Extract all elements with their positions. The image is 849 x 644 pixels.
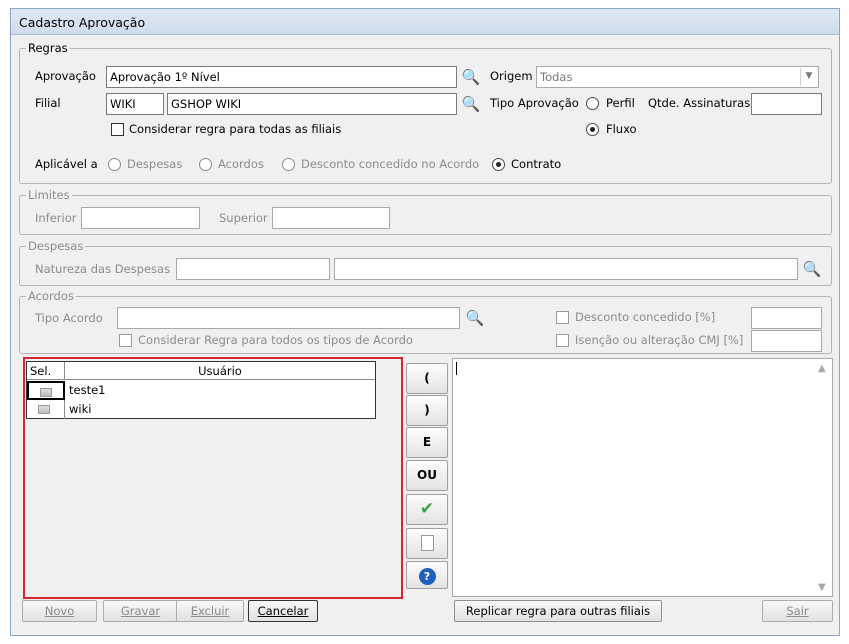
open-paren-button[interactable]: ( [406, 363, 448, 394]
scroll-down-icon[interactable]: ▼ [818, 582, 826, 593]
novo-button[interactable]: Novo [22, 600, 97, 622]
sair-button[interactable]: Sair [762, 600, 833, 622]
or-button[interactable]: OU [406, 460, 448, 491]
tipo-acordo-search-icon[interactable]: 🔍 [465, 308, 485, 328]
inferior-label: Inferior [35, 211, 77, 225]
perfil-label: Perfil [606, 96, 635, 110]
help-icon: ? [418, 568, 436, 585]
superior-input[interactable] [272, 207, 390, 229]
despesas-option-label: Despesas [127, 157, 183, 171]
aplicavel-label: Aplicável a [35, 157, 98, 171]
contrato-option-label: Contrato [511, 157, 562, 171]
excluir-button-label: Excluir [190, 604, 230, 618]
acordos-legend: Acordos [26, 289, 76, 303]
tipo-aprovacao-label: Tipo Aprovação [490, 96, 579, 110]
desconto-concedido-label: Desconto concedido [%] [575, 310, 716, 324]
expression-scrollbar[interactable]: ▲ ▼ [815, 359, 832, 596]
despesas-radio[interactable] [108, 158, 121, 171]
considerar-filiais-checkbox[interactable] [111, 123, 124, 136]
considerar-tipos-label: Considerar Regra para todos os tipos de … [138, 333, 413, 347]
considerar-tipos-checkbox[interactable] [119, 334, 132, 347]
acordos-radio[interactable] [199, 158, 212, 171]
limites-legend: Limites [26, 188, 72, 202]
contrato-radio[interactable] [492, 158, 505, 171]
new-document-button[interactable] [406, 528, 448, 559]
acordos-option-label: Acordos [218, 157, 264, 171]
sair-button-label: Sair [786, 604, 809, 618]
aprovacao-search-icon[interactable]: 🔍 [461, 67, 481, 87]
row-checkbox[interactable] [40, 388, 52, 397]
desconto-concedido-checkbox[interactable] [556, 311, 569, 324]
row-checkbox[interactable] [38, 405, 50, 414]
tipo-acordo-label: Tipo Acordo [35, 311, 103, 325]
inferior-input[interactable] [81, 207, 200, 229]
cadastro-aprovacao-window: Cadastro Aprovação Regras Aprovação Apro… [10, 8, 840, 636]
chevron-down-icon[interactable]: ▼ [800, 68, 817, 86]
excluir-button[interactable]: Excluir [176, 600, 244, 622]
filial-label: Filial [35, 96, 61, 110]
col-sel-header[interactable]: Sel. [27, 362, 65, 380]
desconto-radio[interactable] [282, 158, 295, 171]
expression-textarea[interactable]: ▲ ▼ [452, 358, 833, 597]
natureza-code-input[interactable] [176, 258, 330, 280]
document-icon [420, 535, 434, 551]
gravar-button[interactable]: Gravar [103, 600, 178, 622]
row-usuario: wiki [69, 402, 92, 416]
replicar-button[interactable]: Replicar regra para outras filiais [454, 600, 662, 622]
text-cursor [456, 362, 457, 375]
qtde-assinaturas-input[interactable] [751, 93, 822, 115]
desconto-option-label: Desconto concedido no Acordo [301, 157, 480, 171]
despesas-legend: Despesas [26, 239, 86, 253]
window-title: Cadastro Aprovação [11, 9, 839, 35]
regras-legend: Regras [26, 41, 70, 55]
superior-label: Superior [219, 211, 268, 225]
scroll-up-icon[interactable]: ▲ [818, 363, 826, 374]
table-row[interactable]: teste1 [27, 381, 375, 400]
users-grid[interactable]: Sel. Usuário teste1 wiki [26, 361, 376, 419]
origem-value: Todas [540, 70, 573, 84]
qtde-assinaturas-label: Qtde. Assinaturas [648, 96, 751, 110]
filial-search-icon[interactable]: 🔍 [461, 94, 481, 114]
natureza-search-icon[interactable]: 🔍 [802, 259, 822, 279]
origem-label: Origem [490, 69, 533, 83]
help-button[interactable]: ? [406, 561, 448, 589]
filial-code-input[interactable]: WIKI [106, 93, 164, 115]
isencao-checkbox[interactable] [556, 334, 569, 347]
origem-select[interactable]: Todas ▼ [536, 66, 819, 88]
cancelar-button[interactable]: Cancelar [248, 600, 318, 622]
perfil-radio[interactable] [586, 97, 599, 110]
natureza-desc-input[interactable] [334, 258, 798, 280]
gravar-button-label: Gravar [120, 604, 161, 618]
aprovacao-input[interactable]: Aprovação 1º Nível [106, 66, 457, 88]
fluxo-label: Fluxo [606, 122, 637, 136]
close-paren-button[interactable]: ) [406, 395, 448, 426]
isencao-label: Isenção ou alteração CMJ [%] [575, 333, 744, 347]
row-usuario: teste1 [69, 383, 106, 397]
and-button[interactable]: E [406, 427, 448, 458]
row-select-cell[interactable] [27, 400, 65, 419]
desconto-concedido-input[interactable] [751, 307, 822, 329]
isencao-input[interactable] [751, 330, 822, 352]
considerar-filiais-label: Considerar regra para todas as filiais [129, 122, 342, 136]
fluxo-radio[interactable] [586, 123, 599, 136]
natureza-label: Natureza das Despesas [35, 262, 171, 276]
row-select-cell[interactable] [27, 381, 65, 400]
table-row[interactable]: wiki [27, 400, 375, 419]
grid-header: Sel. Usuário [27, 362, 375, 380]
aprovacao-label: Aprovação [35, 69, 96, 83]
cancelar-button-label: Cancelar [257, 604, 309, 618]
filial-name-input[interactable]: GSHOP WIKI [167, 93, 457, 115]
confirm-button[interactable]: ✔ [406, 494, 448, 525]
checkmark-icon: ✔ [419, 499, 435, 519]
tipo-acordo-input[interactable] [117, 307, 460, 329]
novo-button-label: Novo [44, 604, 75, 618]
col-usuario-header[interactable]: Usuário [65, 362, 375, 380]
